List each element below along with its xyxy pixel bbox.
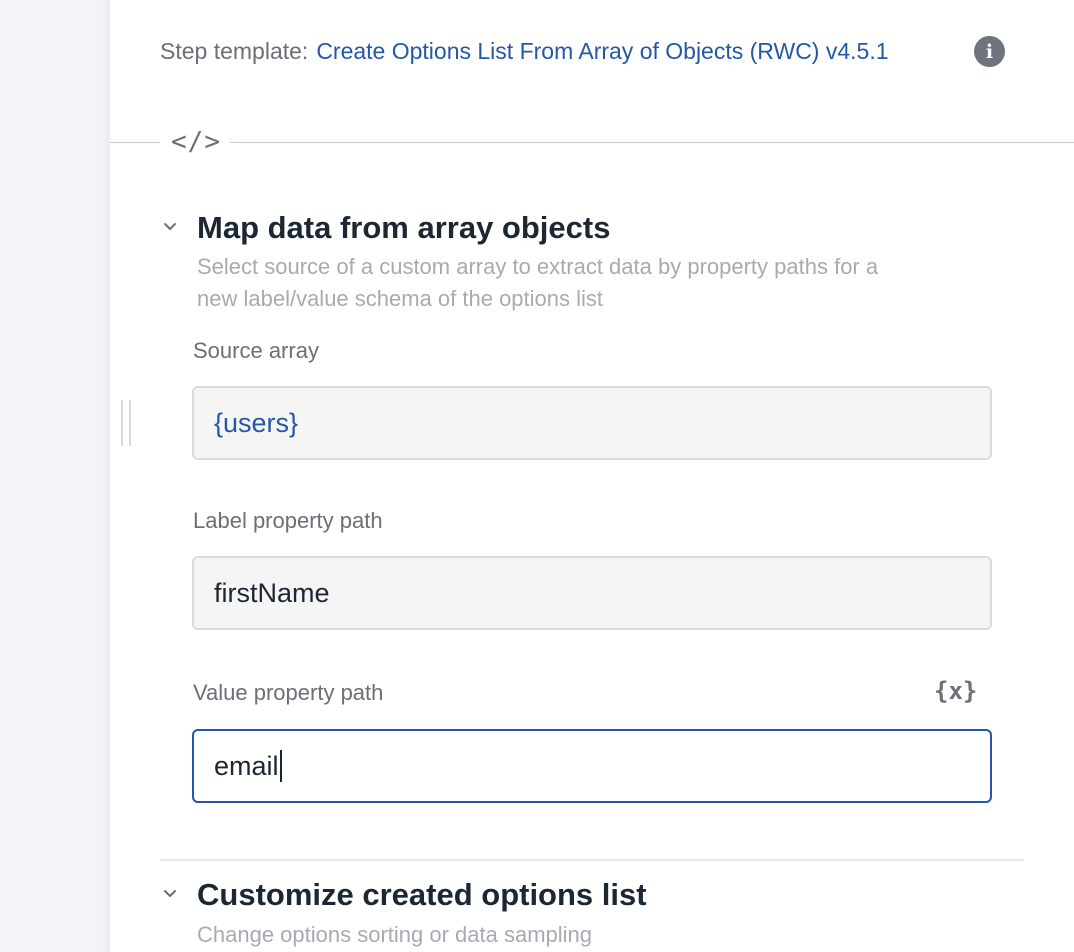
left-panel-gutter bbox=[0, 0, 110, 952]
variable-insert-icon[interactable]: {x} bbox=[934, 677, 977, 705]
step-template-row: Step template: Create Options List From … bbox=[160, 36, 889, 66]
divider-right bbox=[230, 142, 1074, 143]
source-array-input[interactable]: {users} bbox=[192, 386, 992, 460]
section-description: Select source of a custom array to extra… bbox=[197, 254, 879, 311]
text-caret bbox=[279, 750, 282, 782]
value-property-path-input[interactable]: email bbox=[192, 729, 992, 803]
label-property-path-label: Label property path bbox=[193, 508, 383, 533]
code-icon[interactable]: </> bbox=[168, 124, 224, 160]
info-icon[interactable]: i bbox=[974, 36, 1005, 67]
resize-handle[interactable] bbox=[120, 400, 134, 446]
section-separator bbox=[160, 859, 1024, 861]
section-title-customize: Customize created options list bbox=[197, 877, 647, 912]
divider-left bbox=[110, 142, 160, 143]
chevron-down-icon[interactable] bbox=[161, 885, 179, 903]
section-title-map-data: Map data from array objects bbox=[197, 210, 611, 245]
chevron-down-icon[interactable] bbox=[161, 218, 179, 236]
step-template-link[interactable]: Create Options List From Array of Object… bbox=[316, 38, 888, 65]
value-property-path-label: Value property path bbox=[193, 680, 384, 705]
section-description-customize: Change options sorting or data sampling bbox=[197, 922, 593, 947]
step-template-prefix: Step template: bbox=[160, 37, 309, 64]
source-array-label: Source array bbox=[193, 338, 319, 363]
label-property-path-input[interactable]: firstName bbox=[192, 556, 992, 630]
